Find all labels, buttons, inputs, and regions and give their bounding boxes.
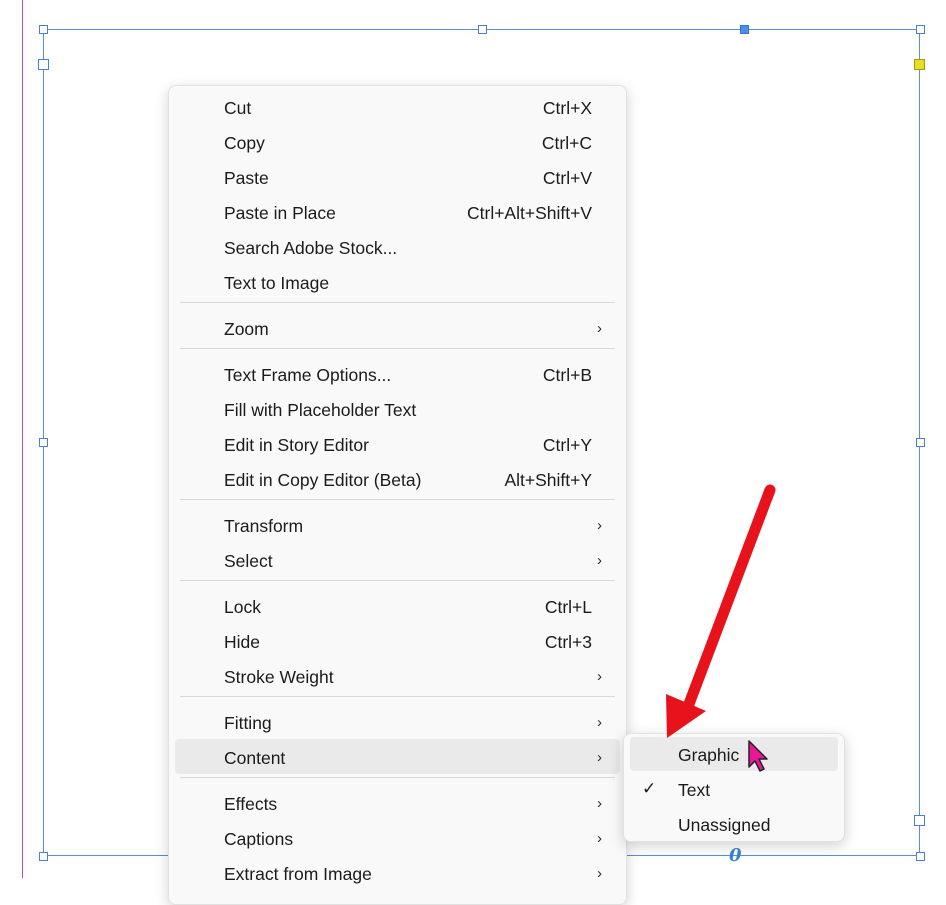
- menu-item-search-adobe-stock[interactable]: Search Adobe Stock...: [175, 229, 620, 264]
- chevron-right-icon: ›: [597, 795, 602, 812]
- margin-guide: [22, 0, 23, 878]
- menu-item-paste[interactable]: Paste Ctrl+V: [175, 159, 620, 194]
- chevron-right-icon: ›: [597, 865, 602, 882]
- menu-separator: [180, 777, 615, 778]
- menu-item-shortcut: Ctrl+V: [542, 168, 592, 188]
- menu-item-label: Text Frame Options...: [224, 365, 392, 385]
- menu-item-paste-in-place[interactable]: Paste in Place Ctrl+Alt+Shift+V: [175, 194, 620, 229]
- chevron-right-icon: ›: [597, 668, 602, 685]
- menu-item-effects[interactable]: Effects ›: [175, 785, 620, 820]
- checkmark-icon: ✓: [642, 779, 657, 798]
- submenu-item-label: Graphic: [678, 745, 740, 765]
- chevron-right-icon: ›: [597, 749, 602, 766]
- submenu-item-unassigned[interactable]: Unassigned: [630, 807, 838, 841]
- menu-item-cut[interactable]: Cut Ctrl+X: [175, 89, 620, 124]
- submenu-item-text[interactable]: ✓ Text: [630, 772, 838, 806]
- menu-item-shortcut: Ctrl+Alt+Shift+V: [467, 203, 592, 223]
- overflow-indicator: 0: [729, 845, 742, 866]
- menu-item-hide[interactable]: Hide Ctrl+3: [175, 623, 620, 658]
- submenu-item-label: Text: [678, 780, 711, 800]
- menu-item-transform[interactable]: Transform ›: [175, 507, 620, 542]
- menu-item-label: Captions: [224, 829, 294, 849]
- menu-item-shortcut: Ctrl+3: [544, 632, 592, 652]
- menu-item-label: Search Adobe Stock...: [224, 238, 398, 258]
- menu-item-edit-in-copy-editor[interactable]: Edit in Copy Editor (Beta) Alt+Shift+Y: [175, 461, 620, 496]
- menu-item-label: Zoom: [224, 319, 269, 339]
- menu-item-label: Transform: [224, 516, 304, 536]
- menu-item-shortcut: Ctrl+L: [544, 597, 592, 617]
- menu-item-label: Text to Image: [224, 273, 330, 293]
- frame-out-port[interactable]: [914, 815, 925, 826]
- frame-handle-blue-square[interactable]: [740, 25, 749, 34]
- frame-in-port[interactable]: [38, 59, 49, 70]
- menu-item-shortcut: Ctrl+Y: [542, 435, 592, 455]
- menu-item-lock[interactable]: Lock Ctrl+L: [175, 588, 620, 623]
- menu-item-content[interactable]: Content ›: [175, 739, 620, 774]
- menu-item-label: Edit in Story Editor: [224, 435, 369, 455]
- menu-item-label: Lock: [224, 597, 261, 617]
- menu-item-label: Extract from Image: [224, 864, 372, 884]
- menu-item-shortcut: Alt+Shift+Y: [504, 470, 592, 490]
- menu-item-shortcut: Ctrl+C: [541, 133, 592, 153]
- frame-handle-top-left[interactable]: [39, 25, 48, 34]
- frame-handle-bottom-right[interactable]: [916, 852, 925, 861]
- menu-item-label: Stroke Weight: [224, 667, 334, 687]
- chevron-right-icon: ›: [597, 714, 602, 731]
- frame-handle-mid-right[interactable]: [916, 438, 925, 447]
- frame-handle-top-right[interactable]: [916, 25, 925, 34]
- menu-separator: [180, 499, 615, 500]
- menu-item-text-frame-options[interactable]: Text Frame Options... Ctrl+B: [175, 356, 620, 391]
- menu-item-select[interactable]: Select ›: [175, 542, 620, 577]
- menu-item-label: Cut: [224, 98, 252, 118]
- menu-item-fitting[interactable]: Fitting ›: [175, 704, 620, 739]
- chevron-right-icon: ›: [597, 830, 602, 847]
- menu-item-extract-from-image[interactable]: Extract from Image ›: [175, 855, 620, 890]
- menu-item-zoom[interactable]: Zoom ›: [175, 310, 620, 345]
- frame-handle-mid-left[interactable]: [39, 438, 48, 447]
- menu-item-shortcut: Ctrl+X: [542, 98, 592, 118]
- menu-item-label: Select: [224, 551, 273, 571]
- menu-item-label: Content: [224, 748, 286, 768]
- frame-handle-bottom-left[interactable]: [39, 852, 48, 861]
- menu-item-captions[interactable]: Captions ›: [175, 820, 620, 855]
- menu-item-label: Effects: [224, 794, 278, 814]
- menu-item-text-to-image[interactable]: Text to Image: [175, 264, 620, 299]
- context-menu: Cut Ctrl+X Copy Ctrl+C Paste Ctrl+V Past…: [168, 85, 627, 905]
- menu-separator: [180, 580, 615, 581]
- menu-item-label: Hide: [224, 632, 260, 652]
- menu-item-label: Fill with Placeholder Text: [224, 400, 417, 420]
- menu-separator: [180, 348, 615, 349]
- menu-item-stroke-weight[interactable]: Stroke Weight ›: [175, 658, 620, 693]
- menu-separator: [180, 302, 615, 303]
- menu-separator: [180, 696, 615, 697]
- content-submenu: Graphic ✓ Text Unassigned: [623, 733, 845, 842]
- menu-item-label: Paste: [224, 168, 269, 188]
- chevron-right-icon: ›: [597, 552, 602, 569]
- menu-item-edit-in-story-editor[interactable]: Edit in Story Editor Ctrl+Y: [175, 426, 620, 461]
- submenu-item-label: Unassigned: [678, 815, 771, 835]
- frame-handle-top-center[interactable]: [478, 25, 487, 34]
- chevron-right-icon: ›: [597, 320, 602, 337]
- frame-live-corner-widget[interactable]: [914, 59, 925, 70]
- menu-item-label: Paste in Place: [224, 203, 336, 223]
- menu-item-label: Copy: [224, 133, 265, 153]
- submenu-item-graphic[interactable]: Graphic: [630, 737, 838, 771]
- menu-item-label: Fitting: [224, 713, 272, 733]
- chevron-right-icon: ›: [597, 517, 602, 534]
- menu-item-copy[interactable]: Copy Ctrl+C: [175, 124, 620, 159]
- menu-item-label: Edit in Copy Editor (Beta): [224, 470, 422, 490]
- menu-item-fill-placeholder-text[interactable]: Fill with Placeholder Text: [175, 391, 620, 426]
- menu-item-shortcut: Ctrl+B: [542, 365, 592, 385]
